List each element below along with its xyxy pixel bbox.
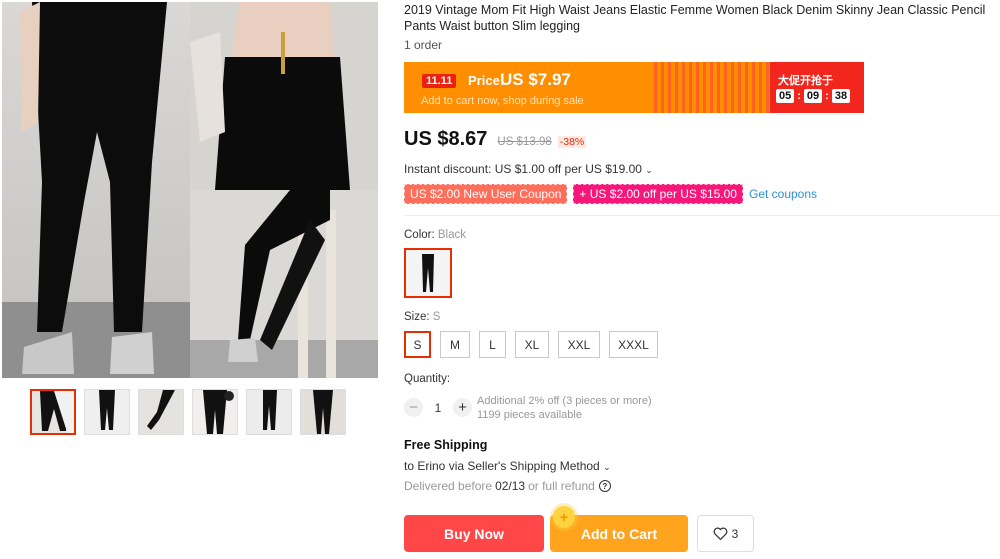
promo-price: US $7.97: [500, 70, 571, 89]
promo-subtitle: Add to cart now, shop during sale: [421, 95, 584, 107]
delivered-suffix: or full refund: [528, 479, 595, 493]
heart-icon: [713, 527, 728, 540]
quantity-label: Quantity:: [404, 373, 451, 385]
size-label: Size: S: [404, 311, 440, 323]
size-option-xl[interactable]: XL: [515, 331, 549, 358]
stock-available: 1199 pieces available: [477, 409, 582, 421]
instant-discount[interactable]: Instant discount: US $1.00 off per US $1…: [404, 162, 653, 176]
main-product-image[interactable]: [2, 2, 378, 378]
shipping-title: Free Shipping: [404, 438, 488, 452]
size-option-l[interactable]: L: [479, 331, 506, 358]
countdown-seconds: 38: [831, 89, 851, 103]
color-value: Black: [437, 229, 467, 241]
wishlist-count: 3: [731, 526, 739, 541]
wishlist-button[interactable]: 3: [697, 515, 754, 552]
color-label-text: Color:: [404, 229, 435, 241]
sale-tag: 11.11: [422, 74, 457, 88]
delivery-info: Delivered before 02/13 or full refund ?: [404, 479, 611, 493]
coupon-row: US $2.00 New User Coupon + US $2.00 off …: [404, 184, 817, 204]
thumbnail-5[interactable]: [246, 389, 292, 435]
size-options: S M L XL XXL XXXL: [404, 331, 667, 358]
thumbnail-1[interactable]: [30, 389, 76, 435]
order-count: 1 order: [404, 38, 443, 52]
size-value: S: [432, 311, 441, 323]
discount-badge: -38%: [557, 136, 587, 148]
sale-countdown: 大促开抢于 05 : 09 : 38: [770, 62, 864, 113]
size-option-xxxl[interactable]: XXXL: [609, 331, 658, 358]
thumbnail-strip: [30, 389, 360, 435]
delivered-prefix: Delivered before: [404, 479, 493, 493]
sale-start-text: 大促开抢于: [778, 75, 833, 87]
help-icon[interactable]: ?: [598, 480, 611, 492]
thumbnail-2[interactable]: [84, 389, 130, 435]
product-photo-seated: [190, 190, 378, 378]
size-option-xxl[interactable]: XXL: [558, 331, 600, 358]
quantity-plus-button[interactable]: +: [453, 398, 472, 417]
thumbnail-3[interactable]: [138, 389, 184, 435]
bulk-discount-text: Additional 2% off (3 pieces or more): [477, 395, 652, 407]
quantity-input[interactable]: 1: [423, 401, 453, 415]
divider: [404, 215, 1000, 216]
thumbnail-6[interactable]: [300, 389, 346, 435]
color-option-black[interactable]: [404, 248, 452, 298]
quantity-info: Additional 2% off (3 pieces or more) 119…: [477, 394, 652, 422]
plus-badge-icon: +: [553, 506, 575, 528]
promo-price-label: Price:: [468, 73, 505, 88]
black-pants-swatch-icon: [422, 254, 434, 292]
store-coupon[interactable]: + US $2.00 off per US $15.00: [573, 184, 743, 204]
current-price: US $8.67: [404, 128, 488, 150]
get-coupons-link[interactable]: Get coupons: [749, 187, 817, 201]
chevron-down-icon: ⌄: [603, 462, 611, 472]
thumbnail-4[interactable]: [192, 389, 238, 435]
original-price: US $13.98: [497, 136, 552, 148]
chevron-down-icon: ⌄: [645, 165, 653, 175]
price-row: US $8.67 US $13.98 -38%: [404, 128, 587, 151]
color-label: Color: Black: [404, 229, 466, 241]
product-photo-waist-zipper: [190, 2, 378, 190]
instant-discount-text: Instant discount: US $1.00 off per US $1…: [404, 162, 642, 176]
countdown-hours: 05: [776, 89, 795, 103]
buy-now-button[interactable]: Buy Now: [404, 515, 544, 552]
countdown-minutes: 09: [803, 89, 823, 103]
product-title: 2019 Vintage Mom Fit High Waist Jeans El…: [404, 3, 986, 33]
delivery-date: 02/13: [495, 479, 526, 493]
sale-promo-banner: 11.11 Price: US $7.97 Add to cart now, s…: [404, 62, 864, 113]
shipping-method[interactable]: to Erino via Seller's Shipping Method ⌄: [404, 459, 611, 473]
size-label-text: Size:: [404, 311, 430, 323]
new-user-coupon[interactable]: US $2.00 New User Coupon: [404, 184, 568, 204]
quantity-stepper: − 1 +: [404, 398, 472, 417]
size-option-m[interactable]: M: [440, 331, 470, 358]
product-photo-full-leg: [2, 2, 190, 378]
quantity-minus-button[interactable]: −: [404, 398, 423, 417]
size-option-s[interactable]: S: [404, 331, 431, 358]
shipping-method-text: to Erino via Seller's Shipping Method: [404, 459, 600, 473]
